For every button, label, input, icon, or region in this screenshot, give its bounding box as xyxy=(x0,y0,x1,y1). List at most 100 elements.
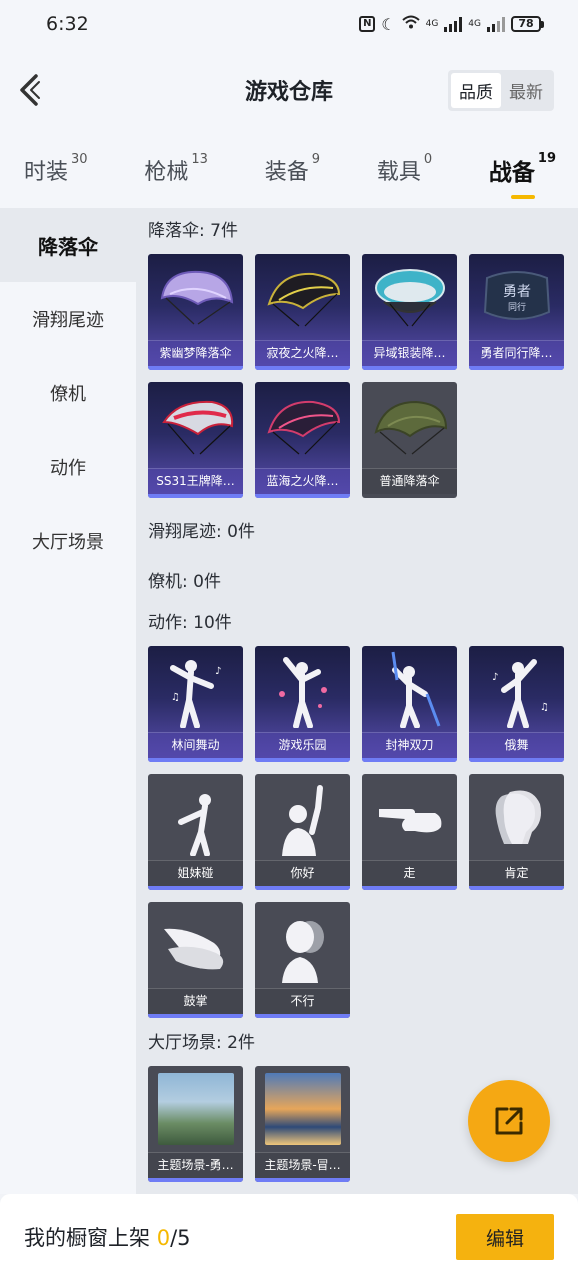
landscape-icon xyxy=(255,1066,350,1152)
item-name: 主题场景-勇… xyxy=(148,1152,243,1178)
item-name: 走 xyxy=(362,860,457,886)
item-name: 不行 xyxy=(255,988,350,1014)
section-title-lobby-scene: 大厅场景: 2件 xyxy=(148,1033,255,1053)
item-card[interactable]: 异域银装降… xyxy=(362,254,457,370)
section-title-wingman: 僚机: 0件 xyxy=(148,572,221,592)
nfc-icon: N xyxy=(359,16,376,32)
svg-text:♪: ♪ xyxy=(492,672,498,683)
chevron-left-icon xyxy=(20,74,40,106)
parachute-icon xyxy=(362,254,457,340)
parachute-icon xyxy=(148,254,243,340)
sidebar-item-trail[interactable]: 滑翔尾迹 xyxy=(0,282,136,356)
showcase-label: 我的橱窗上架 0/5 xyxy=(24,1222,191,1252)
edit-button[interactable]: 编辑 xyxy=(456,1214,554,1260)
item-card[interactable]: 蓝海之火降… xyxy=(255,382,350,498)
bottom-bar: 我的橱窗上架 0/5 编辑 xyxy=(0,1194,578,1280)
parachute-icon xyxy=(148,382,243,468)
status-bar: 6:32 N ☾ 4G 4G 78 xyxy=(0,0,578,48)
parachute-icon: 勇者 同行 xyxy=(469,254,564,340)
tab-label: 战备 xyxy=(488,160,535,186)
item-card[interactable]: 肯定 xyxy=(469,774,564,890)
parachute-grid: 紫幽梦降落伞 寂夜之火降… 异域银装降… 勇者 同行 勇者同行降… SS31王牌… xyxy=(148,254,578,498)
wifi-icon xyxy=(401,15,420,33)
item-name: 游戏乐园 xyxy=(255,732,350,758)
shaking-head-icon xyxy=(255,902,350,988)
svg-text:同行: 同行 xyxy=(507,301,525,313)
signal-icon-2 xyxy=(487,16,505,32)
item-name: 蓝海之火降… xyxy=(255,468,350,494)
dance-figure-icon xyxy=(362,646,457,732)
item-card[interactable]: 走 xyxy=(362,774,457,890)
share-button[interactable] xyxy=(468,1080,550,1162)
item-name: 寂夜之火降… xyxy=(255,340,350,366)
item-card[interactable]: 姐妹碰 xyxy=(148,774,243,890)
item-name: SS31王牌降… xyxy=(148,468,243,494)
parachute-icon xyxy=(362,382,457,468)
item-card[interactable]: SS31王牌降… xyxy=(148,382,243,498)
item-card[interactable]: 寂夜之火降… xyxy=(255,254,350,370)
parachute-icon xyxy=(255,382,350,468)
sidebar-item-wingman[interactable]: 僚机 xyxy=(0,356,136,430)
tab-combat-gear[interactable]: 战备 19 xyxy=(488,151,556,199)
external-link-icon xyxy=(495,1107,523,1135)
dance-figure-icon: ♪ ♫ xyxy=(148,646,243,732)
category-tabs: 时装 30 枪械 13 装备 9 载具 0 战备 19 xyxy=(0,132,578,208)
emote-grid: ♪ ♫ 林间舞动 游戏乐园 封神双刀 ♪ ♫ 俄舞 姐妹碰 你好 走 肯定 鼓掌… xyxy=(148,646,578,1018)
item-card[interactable]: 紫幽梦降落伞 xyxy=(148,254,243,370)
tab-label: 时装 xyxy=(24,160,69,185)
status-icons: N ☾ 4G 4G 78 xyxy=(359,15,544,34)
tab-label: 装备 xyxy=(264,160,309,185)
tab-count: 30 xyxy=(71,152,88,167)
battery-level: 78 xyxy=(511,16,541,32)
status-time: 6:32 xyxy=(46,13,89,35)
do-not-disturb-icon: ☾ xyxy=(381,14,396,34)
item-card[interactable]: 鼓掌 xyxy=(148,902,243,1018)
tab-fashion[interactable]: 时装 30 xyxy=(24,152,88,186)
back-button[interactable] xyxy=(14,70,46,110)
sort-toggle: 品质 最新 xyxy=(448,70,554,111)
item-card[interactable]: 你好 xyxy=(255,774,350,890)
sidebar-item-lobby-scene[interactable]: 大厅场景 xyxy=(0,504,136,578)
item-card[interactable]: 不行 xyxy=(255,902,350,1018)
parachute-icon xyxy=(255,254,350,340)
item-card[interactable]: 勇者 同行 勇者同行降… xyxy=(469,254,564,370)
nodding-head-icon xyxy=(469,774,564,860)
sort-newest-button[interactable]: 最新 xyxy=(501,73,551,108)
tab-count: 19 xyxy=(537,151,556,166)
item-name: 紫幽梦降落伞 xyxy=(148,340,243,366)
item-name: 异域银装降… xyxy=(362,340,457,366)
dance-figure-icon: ♪ ♫ xyxy=(469,646,564,732)
tab-label: 载具 xyxy=(376,160,421,185)
tab-equipment[interactable]: 装备 9 xyxy=(264,152,320,186)
showcase-count: 0 xyxy=(156,1226,171,1250)
item-name: 鼓掌 xyxy=(148,988,243,1014)
tab-count: 0 xyxy=(423,152,433,167)
battery-icon: 78 xyxy=(511,16,544,32)
item-card[interactable]: 封神双刀 xyxy=(362,646,457,762)
item-name: 勇者同行降… xyxy=(469,340,564,366)
pointing-hand-icon xyxy=(362,774,457,860)
sort-quality-button[interactable]: 品质 xyxy=(451,73,501,108)
page-title: 游戏仓库 xyxy=(244,80,333,105)
sidebar-item-parachute[interactable]: 降落伞 xyxy=(0,208,136,282)
item-card[interactable]: ♪ ♫ 俄舞 xyxy=(469,646,564,762)
sidebar-item-emote[interactable]: 动作 xyxy=(0,430,136,504)
wave-figure-icon xyxy=(255,774,350,860)
item-card[interactable]: 主题场景-勇… xyxy=(148,1066,243,1182)
item-name: 你好 xyxy=(255,860,350,886)
item-card[interactable]: ♪ ♫ 林间舞动 xyxy=(148,646,243,762)
dance-figure-icon xyxy=(255,646,350,732)
item-name: 封神双刀 xyxy=(362,732,457,758)
signal-label-1: 4G xyxy=(425,19,439,29)
svg-text:勇者: 勇者 xyxy=(503,284,531,300)
item-card[interactable]: 游戏乐园 xyxy=(255,646,350,762)
section-title-parachute: 降落伞: 7件 xyxy=(148,221,238,241)
figure-icon xyxy=(148,774,243,860)
tab-vehicles[interactable]: 载具 0 xyxy=(376,152,433,186)
item-name: 俄舞 xyxy=(469,732,564,758)
item-name: 肯定 xyxy=(469,860,564,886)
tab-weapons[interactable]: 枪械 13 xyxy=(144,152,208,186)
tab-count: 13 xyxy=(191,152,208,167)
item-card[interactable]: 主题场景-冒… xyxy=(255,1066,350,1182)
item-card[interactable]: 普通降落伞 xyxy=(362,382,457,498)
